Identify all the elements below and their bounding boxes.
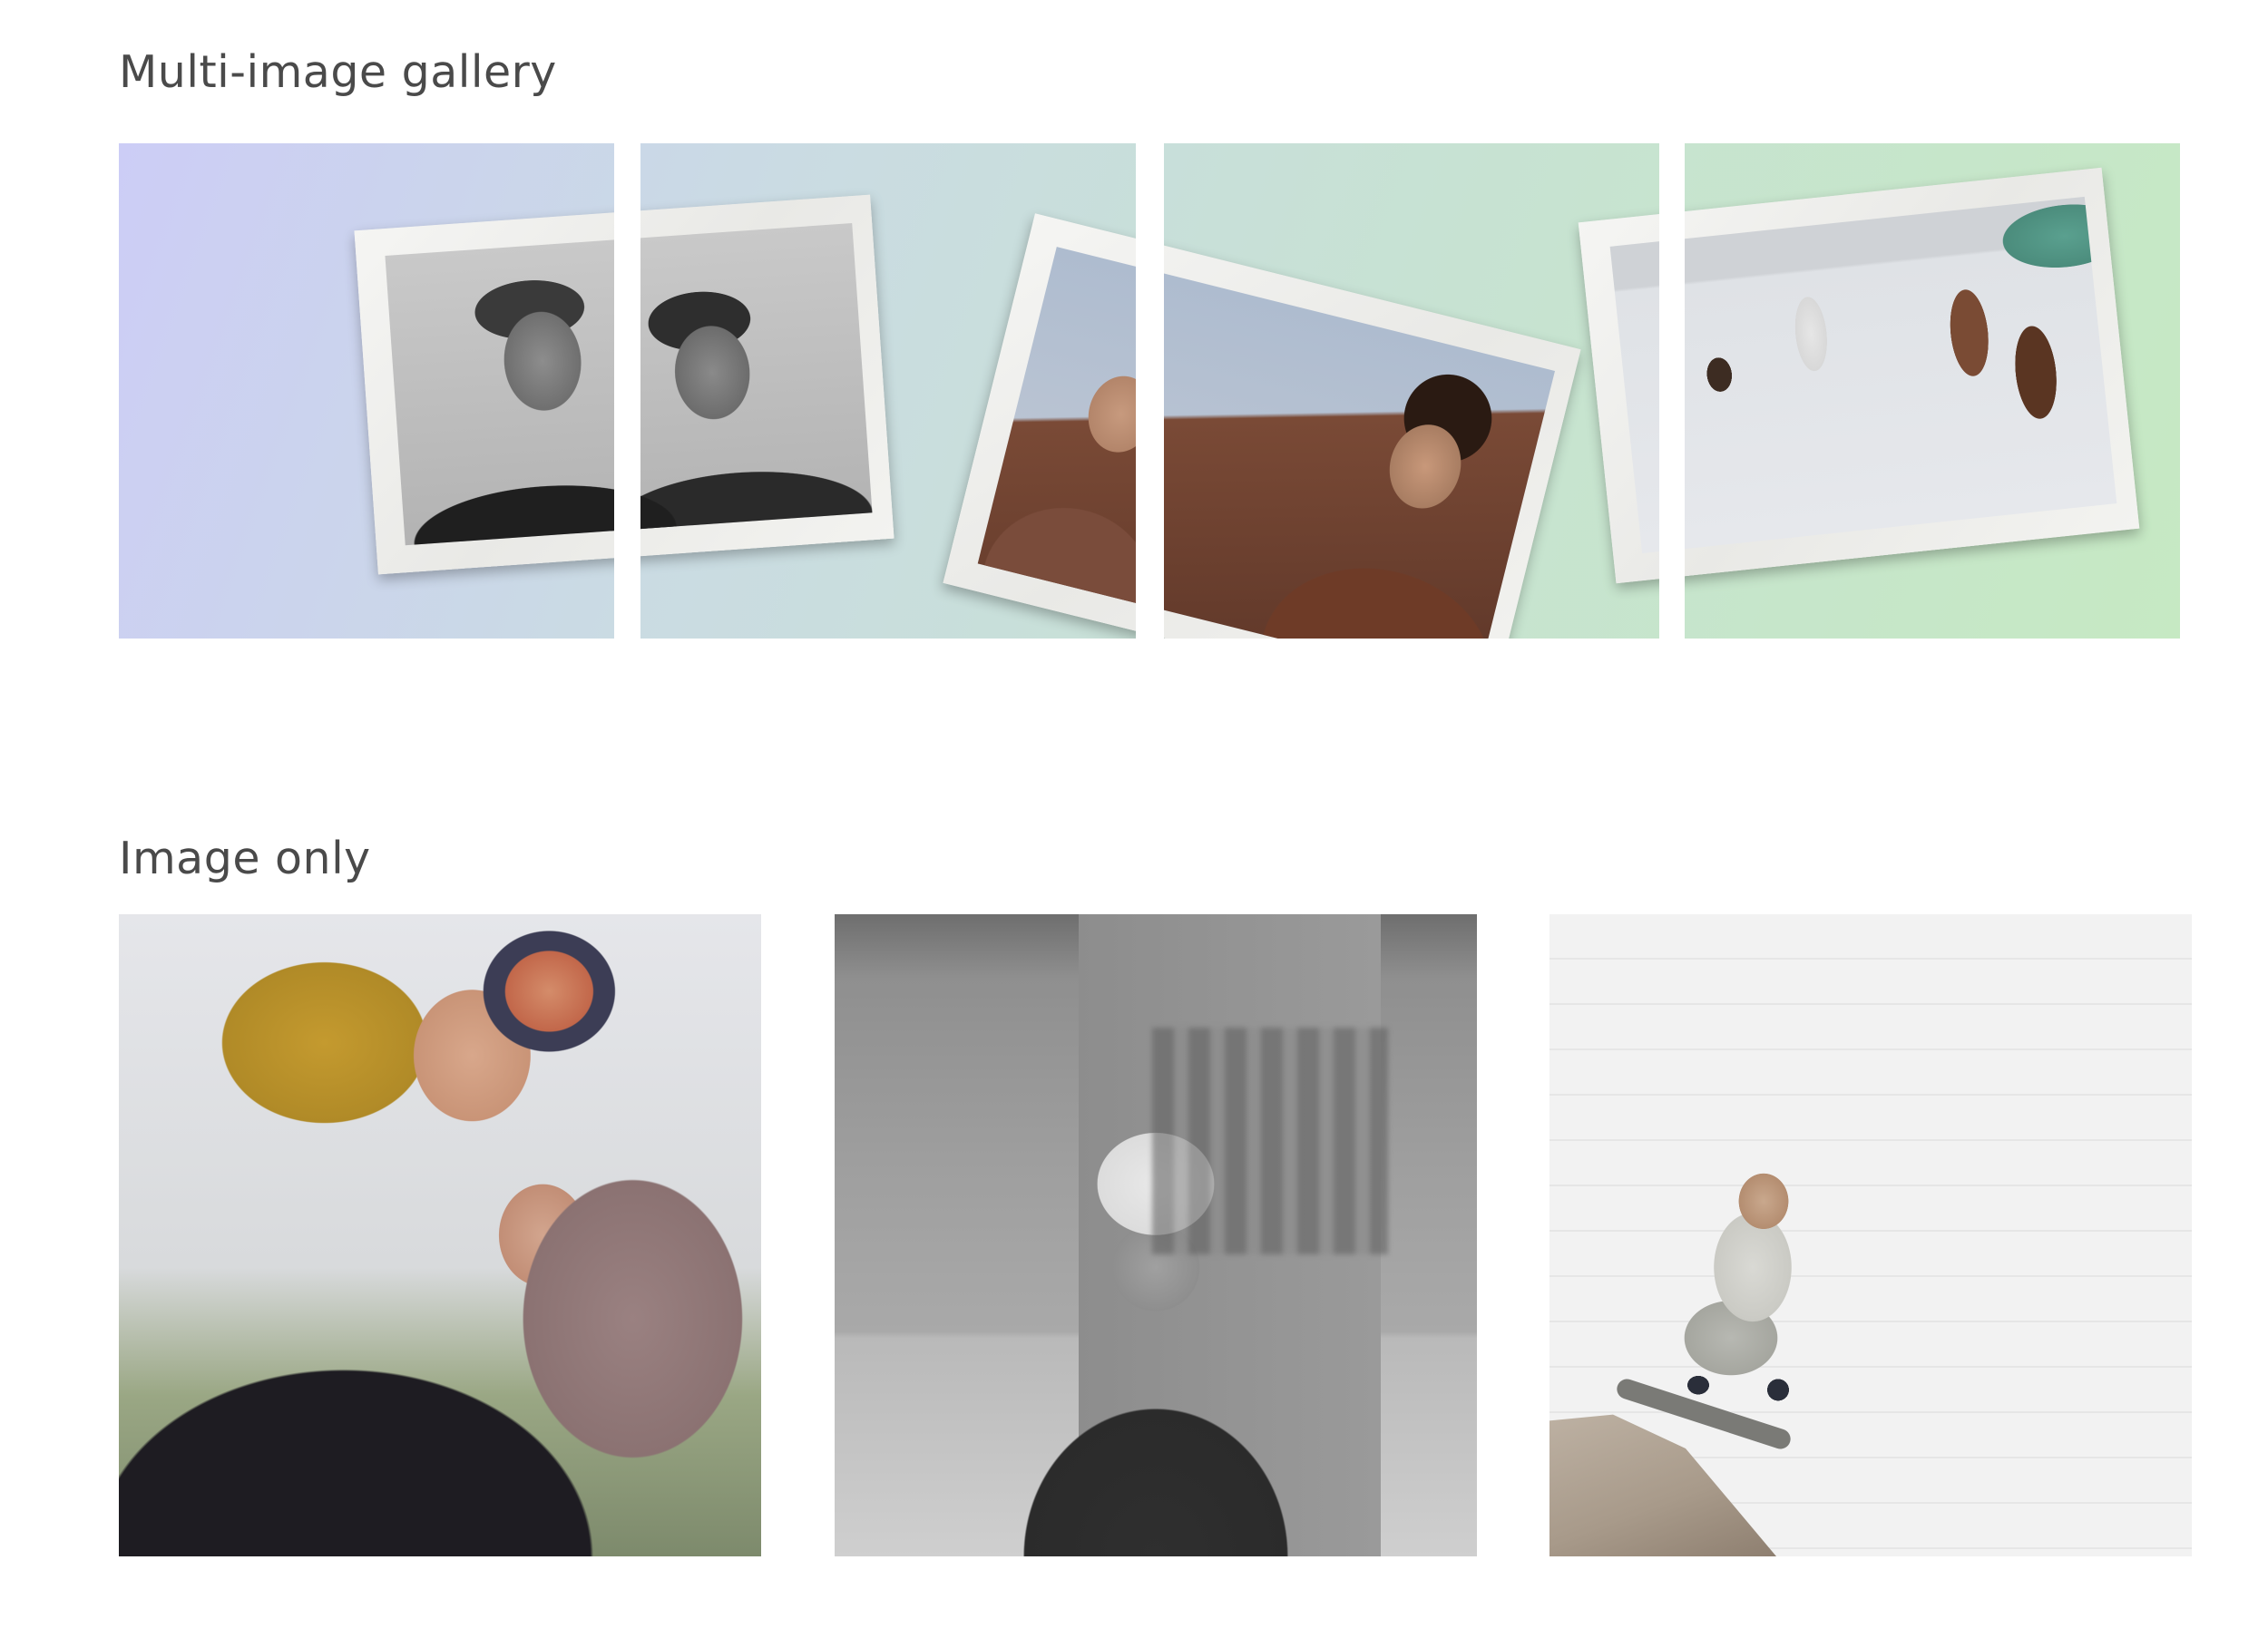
photo-image: [640, 223, 873, 546]
gallery-background: [640, 143, 1136, 639]
polaroid-photo-boys: [640, 194, 894, 575]
photo-image: [385, 223, 614, 546]
polaroid-photo-boys: [354, 194, 614, 575]
gallery-panel-1[interactable]: [119, 143, 614, 639]
gallery-panel-3[interactable]: [1164, 143, 1659, 639]
polaroid-photo-street: [1578, 167, 1659, 584]
gallery-background: [1685, 143, 2180, 639]
image-tile-skateboarder[interactable]: [1549, 914, 2192, 1556]
section-title-multi-image-gallery: Multi-image gallery: [119, 46, 557, 98]
polaroid-photo-laughing: [1164, 213, 1581, 639]
polaroid-photo-laughing: [943, 213, 1136, 639]
photo-image: [977, 247, 1136, 639]
photo-image: [1164, 247, 1555, 639]
image-tile-mother-baby[interactable]: [119, 914, 761, 1556]
gallery-background: [1164, 143, 1659, 639]
photo-image: [1685, 196, 2117, 554]
image-tile-child-beanie[interactable]: [835, 914, 1477, 1556]
multi-image-gallery: [119, 143, 2180, 639]
polaroid-photo-street: [1685, 167, 2140, 584]
skater-child: [1658, 1168, 1840, 1404]
gallery-background: [119, 143, 614, 639]
gallery-panel-4[interactable]: [1685, 143, 2180, 639]
gallery-panel-2[interactable]: [640, 143, 1136, 639]
section-title-image-only: Image only: [119, 833, 371, 884]
photo-image: [1609, 196, 1659, 554]
